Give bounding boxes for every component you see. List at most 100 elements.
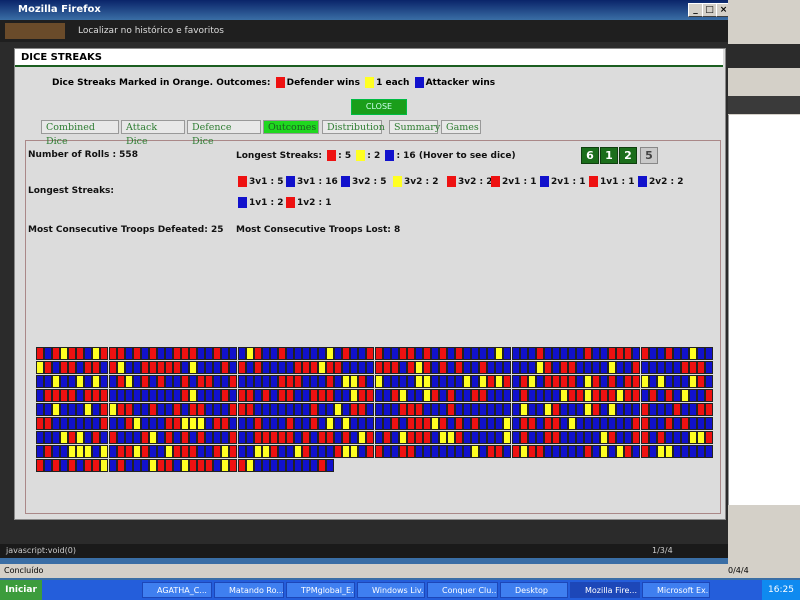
outcome-cell[interactable] [479, 389, 488, 402]
outcome-cell[interactable] [414, 445, 423, 458]
outcome-cell[interactable] [584, 445, 593, 458]
outcome-cell[interactable] [156, 389, 165, 402]
outcome-cell[interactable] [132, 445, 141, 458]
outcome-cell[interactable] [439, 417, 447, 430]
outcome-cell[interactable] [213, 375, 222, 388]
outcome-cell[interactable] [140, 389, 149, 402]
outcome-cell[interactable] [672, 361, 681, 374]
outcome-cell[interactable] [173, 375, 182, 388]
outcome-cell[interactable] [576, 375, 585, 388]
outcome-cell[interactable] [92, 403, 101, 416]
outcome-cell[interactable] [277, 459, 286, 472]
outcome-cell[interactable] [358, 445, 367, 458]
outcome-cell[interactable] [632, 403, 641, 416]
outcome-cell[interactable] [624, 375, 633, 388]
outcome-cell[interactable] [487, 347, 496, 360]
outcome-cell[interactable] [253, 431, 262, 444]
streak-item[interactable]: 1v2 : 1 [284, 197, 332, 208]
outcome-cell[interactable] [156, 403, 165, 416]
outcome-cell[interactable] [253, 389, 262, 402]
outcome-cell[interactable] [100, 361, 109, 374]
outcome-cell[interactable] [390, 389, 399, 402]
outcome-cell[interactable] [205, 375, 214, 388]
outcome-cell[interactable] [382, 347, 391, 360]
outcome-cell[interactable] [358, 431, 367, 444]
outcome-cell[interactable] [148, 431, 157, 444]
outcome-cell[interactable] [140, 431, 149, 444]
outcome-cell[interactable] [704, 389, 713, 402]
outcome-cell[interactable] [181, 389, 190, 402]
outcome-cell[interactable] [447, 347, 456, 360]
outcome-cell[interactable] [205, 459, 214, 472]
outcome-cell[interactable] [213, 459, 222, 472]
outcome-cell[interactable] [592, 347, 601, 360]
outcome-cell[interactable] [592, 417, 601, 430]
outcome-cell[interactable] [648, 445, 657, 458]
outcome-cell[interactable] [36, 375, 44, 388]
outcome-cell[interactable] [164, 347, 173, 360]
outcome-cell[interactable] [543, 417, 552, 430]
outcome-cell[interactable] [181, 403, 190, 416]
outcome-cell[interactable] [374, 403, 383, 416]
outcome-cell[interactable] [358, 403, 367, 416]
outcome-cell[interactable] [382, 445, 391, 458]
outcome-cell[interactable] [519, 403, 528, 416]
streak-item[interactable]: 3v2 : 5 [339, 176, 387, 187]
outcome-cell[interactable] [543, 361, 552, 374]
outcome-cell[interactable] [640, 417, 649, 430]
outcome-cell[interactable] [680, 361, 689, 374]
outcome-cell[interactable] [422, 347, 431, 360]
outcome-cell[interactable] [132, 375, 141, 388]
outcome-cell[interactable] [164, 459, 173, 472]
outcome-cell[interactable] [398, 361, 407, 374]
outcome-cell[interactable] [213, 431, 222, 444]
outcome-cell[interactable] [600, 375, 609, 388]
outcome-cell[interactable] [229, 459, 238, 472]
outcome-cell[interactable] [495, 417, 504, 430]
outcome-cell[interactable] [608, 445, 617, 458]
outcome-cell[interactable] [261, 375, 270, 388]
outcome-cell[interactable] [704, 361, 713, 374]
outcome-cell[interactable] [116, 403, 125, 416]
outcome-cell[interactable] [76, 445, 85, 458]
outcome-cell[interactable] [366, 375, 375, 388]
outcome-cell[interactable] [237, 417, 246, 430]
outcome-cell[interactable] [503, 375, 512, 388]
outcome-cell[interactable] [624, 417, 633, 430]
outcome-cell[interactable] [648, 417, 657, 430]
outcome-cell[interactable] [406, 445, 415, 458]
outcome-cell[interactable] [519, 431, 528, 444]
outcome-cell[interactable] [414, 403, 423, 416]
outcome-cell[interactable] [688, 431, 697, 444]
outcome-cell[interactable] [334, 361, 343, 374]
outcome-cell[interactable] [455, 445, 464, 458]
outcome-cell[interactable] [624, 431, 633, 444]
outcome-cell[interactable] [487, 361, 496, 374]
outcome-cell[interactable] [688, 389, 697, 402]
outcome-cell[interactable] [527, 375, 536, 388]
outcome-cell[interactable] [301, 375, 310, 388]
outcome-cell[interactable] [301, 445, 310, 458]
outcome-cell[interactable] [173, 459, 182, 472]
outcome-cell[interactable] [92, 347, 101, 360]
outcome-cell[interactable] [68, 361, 77, 374]
outcome-cell[interactable] [84, 347, 93, 360]
outcome-cell[interactable] [205, 445, 214, 458]
outcome-cell[interactable] [664, 375, 673, 388]
outcome-cell[interactable] [632, 361, 641, 374]
outcome-cell[interactable] [84, 361, 93, 374]
outcome-cell[interactable] [68, 417, 77, 430]
outcome-cell[interactable] [277, 389, 286, 402]
outcome-cell[interactable] [350, 403, 359, 416]
outcome-cell[interactable] [52, 375, 61, 388]
outcome-cell[interactable] [374, 431, 383, 444]
outcome-cell[interactable] [52, 417, 61, 430]
outcome-cell[interactable] [455, 375, 464, 388]
outcome-cell[interactable] [245, 445, 254, 458]
outcome-cell[interactable] [447, 431, 456, 444]
outcome-cell[interactable] [382, 403, 391, 416]
outcome-cell[interactable] [189, 361, 198, 374]
streak-item[interactable]: 2v1 : 1 [538, 176, 586, 187]
outcome-cell[interactable] [237, 375, 246, 388]
outcome-cell[interactable] [100, 389, 109, 402]
